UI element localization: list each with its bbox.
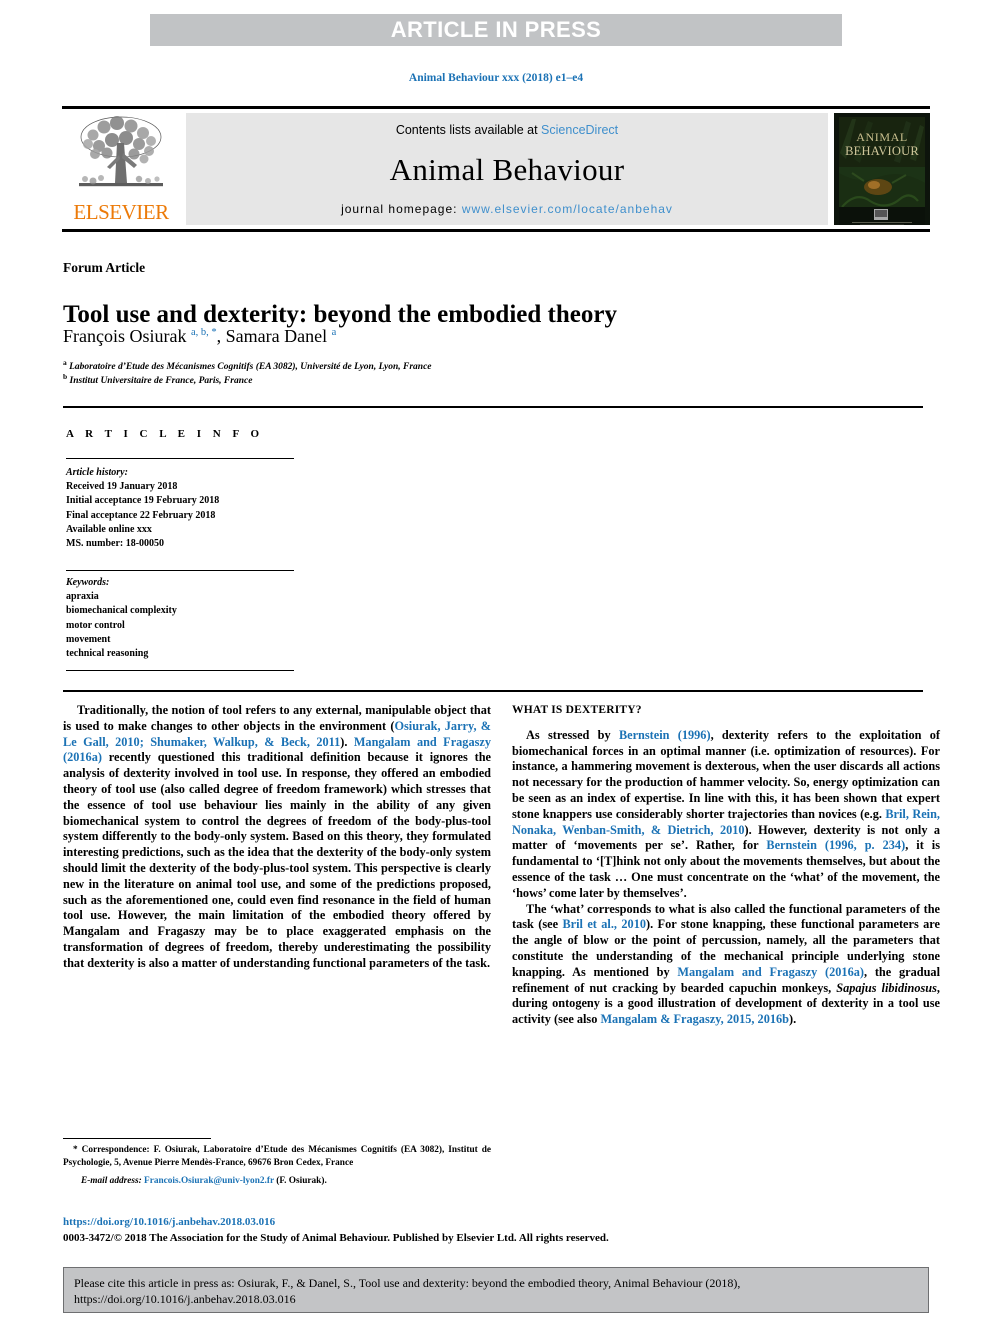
journal-cover-image: ANIMAL BEHAVIOUR [834,113,930,225]
correspondence-note: * Correspondence: F. Osiurak, Laboratoir… [63,1145,491,1169]
article-info-rule-top [66,458,294,459]
keywords-label: Keywords: [66,577,110,588]
sciencedirect-link[interactable]: ScienceDirect [541,123,618,137]
please-cite-box: Please cite this article in press as: Os… [63,1267,929,1313]
article-history-block: Article history: Received 19 January 201… [66,466,306,551]
section-heading-what-is-dexterity: WHAT IS DEXTERITY? [512,704,642,716]
email-address-label: E-mail address: [81,1176,142,1187]
paragraph-intro: Traditionally, the notion of tool refers… [63,703,491,970]
keyword-item: apraxia [66,591,99,603]
body-column-right: WHAT IS DEXTERITY? As stressed by Bernst… [512,703,940,1028]
article-info-heading: A R T I C L E I N F O [66,428,264,440]
journal-running-head: Animal Behaviour xxx (2018) e1–e4 [408,72,584,84]
copyright-line: 0003-3472/© 2018 The Association for the… [63,1232,609,1244]
journal-homepage-url[interactable]: www.elsevier.com/locate/anbehav [462,202,673,216]
doi-link[interactable]: https://doi.org/10.1016/j.anbehav.2018.0… [63,1216,275,1228]
journal-cover-thumbnail: ANIMAL BEHAVIOUR [834,113,930,225]
elsevier-logo: ELSEVIER [62,113,180,225]
article-history-item: MS. number: 18-00050 [66,537,165,549]
keyword-item: movement [66,633,111,645]
affiliation-b: b Institut Universitaire de France, Pari… [63,372,253,387]
elsevier-wordmark: ELSEVIER [73,200,169,224]
homepage-prefix: journal homepage: [341,202,458,216]
contents-available-line: Contents lists available at ScienceDirec… [396,123,618,137]
email-address-link[interactable]: Francois.Osiurak@univ-lyon2.fr [144,1176,274,1186]
article-info-rule-bottom [66,670,294,671]
contents-prefix: Contents lists available at [395,123,538,137]
keywords-block: Keywords: apraxia biomechanical complexit… [66,576,306,661]
article-in-press-banner: ARTICLE IN PRESS [150,14,842,46]
paragraph-dexterity-1: As stressed by Bernstein (1996), dexteri… [512,727,941,900]
abstract-divider-rule [63,690,923,692]
article-info-rule-middle [66,570,294,571]
journal-masthead: ELSEVIER Contents lists available at Sci… [62,106,930,232]
article-in-press-label: ARTICLE IN PRESS [390,17,602,42]
masthead-center-panel: Contents lists available at ScienceDirec… [186,113,828,225]
footnote-rule [63,1138,211,1139]
email-note: E-mail address: Francois.Osiurak@univ-ly… [63,1175,491,1188]
article-type-label: Forum Article [63,260,146,275]
article-history-item: Initial acceptance 19 February 2018 [66,495,220,507]
author-list: François Osiurak a, b, *, Samara Danel a [63,326,337,346]
keywords-items: apraxia biomechanical complexity motor con… [66,590,306,661]
article-history-item: Received 19 January 2018 [66,481,178,493]
svg-text:BEHAVIOUR: BEHAVIOUR [845,144,919,158]
email-address-suffix: (F. Osiurak). [276,1176,327,1187]
journal-title: Animal Behaviour [389,151,625,187]
article-history-item: Available online xxx [66,523,152,535]
article-history-label: Article history: [66,467,128,478]
journal-homepage-line: journal homepage: www.elsevier.com/locat… [341,202,673,216]
footnote-block: * Correspondence: F. Osiurak, Laboratoir… [63,1144,491,1189]
paragraph-dexterity-2: The ‘what’ corresponds to what is also c… [512,901,940,1027]
article-history-item: Final acceptance 22 February 2018 [66,509,216,521]
article-history-items: Received 19 January 2018 Initial acceptan… [66,480,306,551]
keyword-item: motor control [66,619,125,631]
head-divider-rule [63,406,923,408]
elsevier-tree-icon [79,116,163,187]
svg-text:ANIMAL: ANIMAL [856,130,908,144]
keyword-item: biomechanical complexity [66,605,177,617]
body-column-left: Traditionally, the notion of tool refers… [63,703,491,972]
keyword-item: technical reasoning [66,647,149,659]
